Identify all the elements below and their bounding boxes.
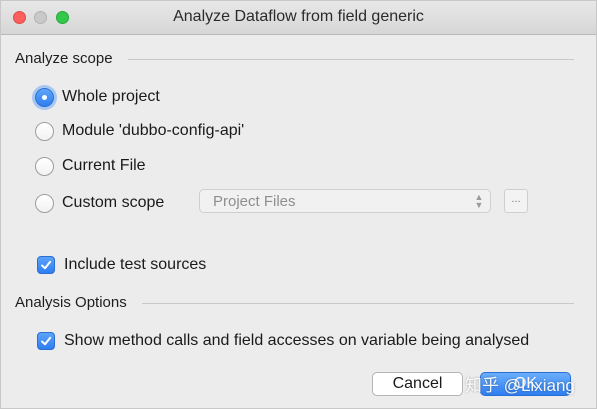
checkbox-checked-icon[interactable] bbox=[37, 332, 55, 350]
include-test-sources-checkbox[interactable]: Include test sources bbox=[37, 254, 206, 276]
analyze-scope-header: Analyze scope bbox=[15, 50, 113, 67]
analysis-options-header: Analysis Options bbox=[15, 294, 127, 311]
show-method-calls-label: Show method calls and field accesses on … bbox=[64, 332, 530, 349]
radio-unselected-icon[interactable] bbox=[35, 156, 54, 176]
radio-whole-project[interactable]: Whole project bbox=[35, 85, 160, 109]
custom-scope-select-value: Project Files bbox=[213, 193, 296, 210]
custom-scope-select[interactable]: Project Files ▲ ▼ bbox=[199, 189, 491, 213]
radio-selected-icon[interactable] bbox=[35, 87, 54, 107]
radio-custom-scope[interactable]: Custom scope bbox=[35, 191, 164, 215]
browse-scope-button[interactable]: ... bbox=[504, 189, 528, 213]
radio-module[interactable]: Module 'dubbo-config-api' bbox=[35, 119, 244, 143]
analyze-scope-divider bbox=[128, 59, 574, 60]
radio-unselected-icon[interactable] bbox=[35, 193, 54, 213]
cancel-button[interactable]: Cancel bbox=[372, 372, 463, 396]
radio-module-label: Module 'dubbo-config-api' bbox=[62, 122, 245, 139]
include-test-sources-label: Include test sources bbox=[64, 256, 207, 273]
radio-whole-project-label: Whole project bbox=[62, 88, 160, 105]
radio-current-file[interactable]: Current File bbox=[35, 154, 146, 178]
chevron-up-down-icon: ▲ ▼ bbox=[474, 192, 484, 210]
dialog-window: Analyze Dataflow from field generic Anal… bbox=[0, 0, 597, 409]
watermark: 知乎 @Lixiang bbox=[465, 376, 575, 395]
title-bar[interactable]: Analyze Dataflow from field generic bbox=[1, 1, 596, 35]
show-method-calls-checkbox[interactable]: Show method calls and field accesses on … bbox=[37, 330, 529, 352]
analysis-options-divider bbox=[142, 303, 574, 304]
window-title: Analyze Dataflow from field generic bbox=[173, 8, 424, 25]
radio-unselected-icon[interactable] bbox=[35, 121, 54, 141]
radio-current-file-label: Current File bbox=[62, 157, 146, 174]
checkbox-checked-icon[interactable] bbox=[37, 256, 55, 274]
radio-custom-scope-label: Custom scope bbox=[62, 194, 165, 211]
